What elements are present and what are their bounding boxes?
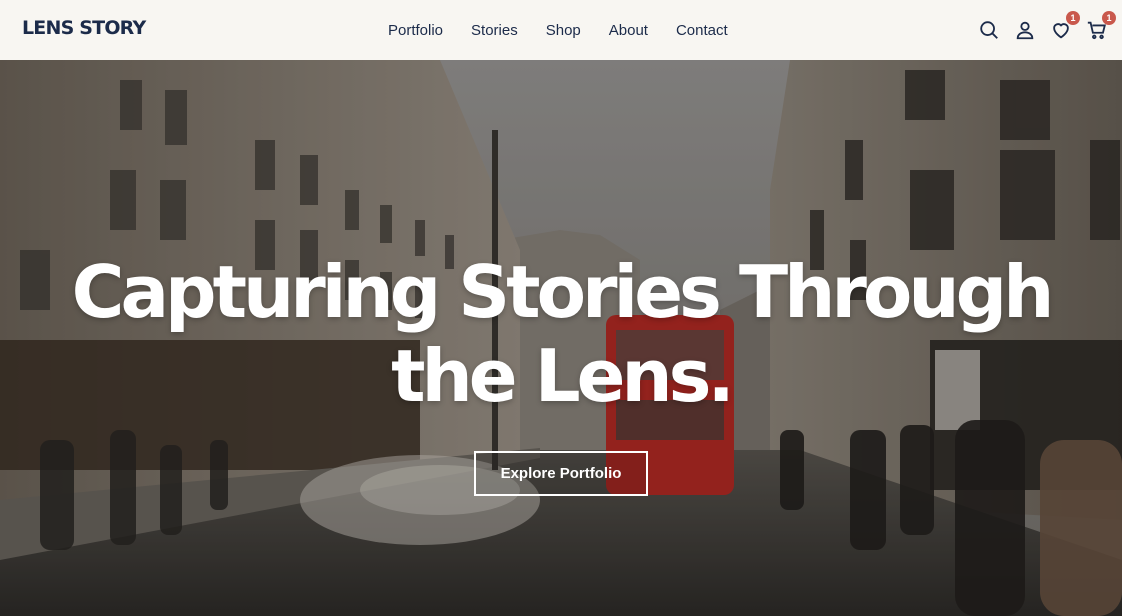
user-icon [1016,21,1034,40]
search-icon [980,21,998,39]
header-icons: 1 1 [978,0,1116,60]
hero-headline-line1: Capturing Stories Through [71,250,1055,334]
nav-contact[interactable]: Contact [662,22,742,39]
explore-portfolio-button[interactable]: Explore Portfolio [474,451,648,496]
site-logo[interactable]: LENS STORY [22,17,146,39]
nav-shop[interactable]: Shop [532,22,595,39]
wishlist-button[interactable]: 1 [1050,11,1080,41]
hero-headline-line2: the Lens. [391,334,735,418]
account-button[interactable] [1014,19,1036,41]
nav-about[interactable]: About [595,22,662,39]
hero-section: Capturing Stories Through the Lens. Expl… [0,60,1122,616]
search-button[interactable] [978,19,1000,41]
hero-headline: Capturing Stories Through the Lens. [0,250,1122,418]
site-header: LENS STORY Portfolio Stories Shop About … [0,0,1122,60]
wishlist-count-badge: 1 [1066,11,1080,25]
nav-portfolio[interactable]: Portfolio [374,22,457,39]
nav-stories[interactable]: Stories [457,22,532,39]
main-nav: Portfolio Stories Shop About Contact [374,0,742,60]
cart-count-badge: 1 [1102,11,1116,25]
cart-button[interactable]: 1 [1086,11,1116,41]
